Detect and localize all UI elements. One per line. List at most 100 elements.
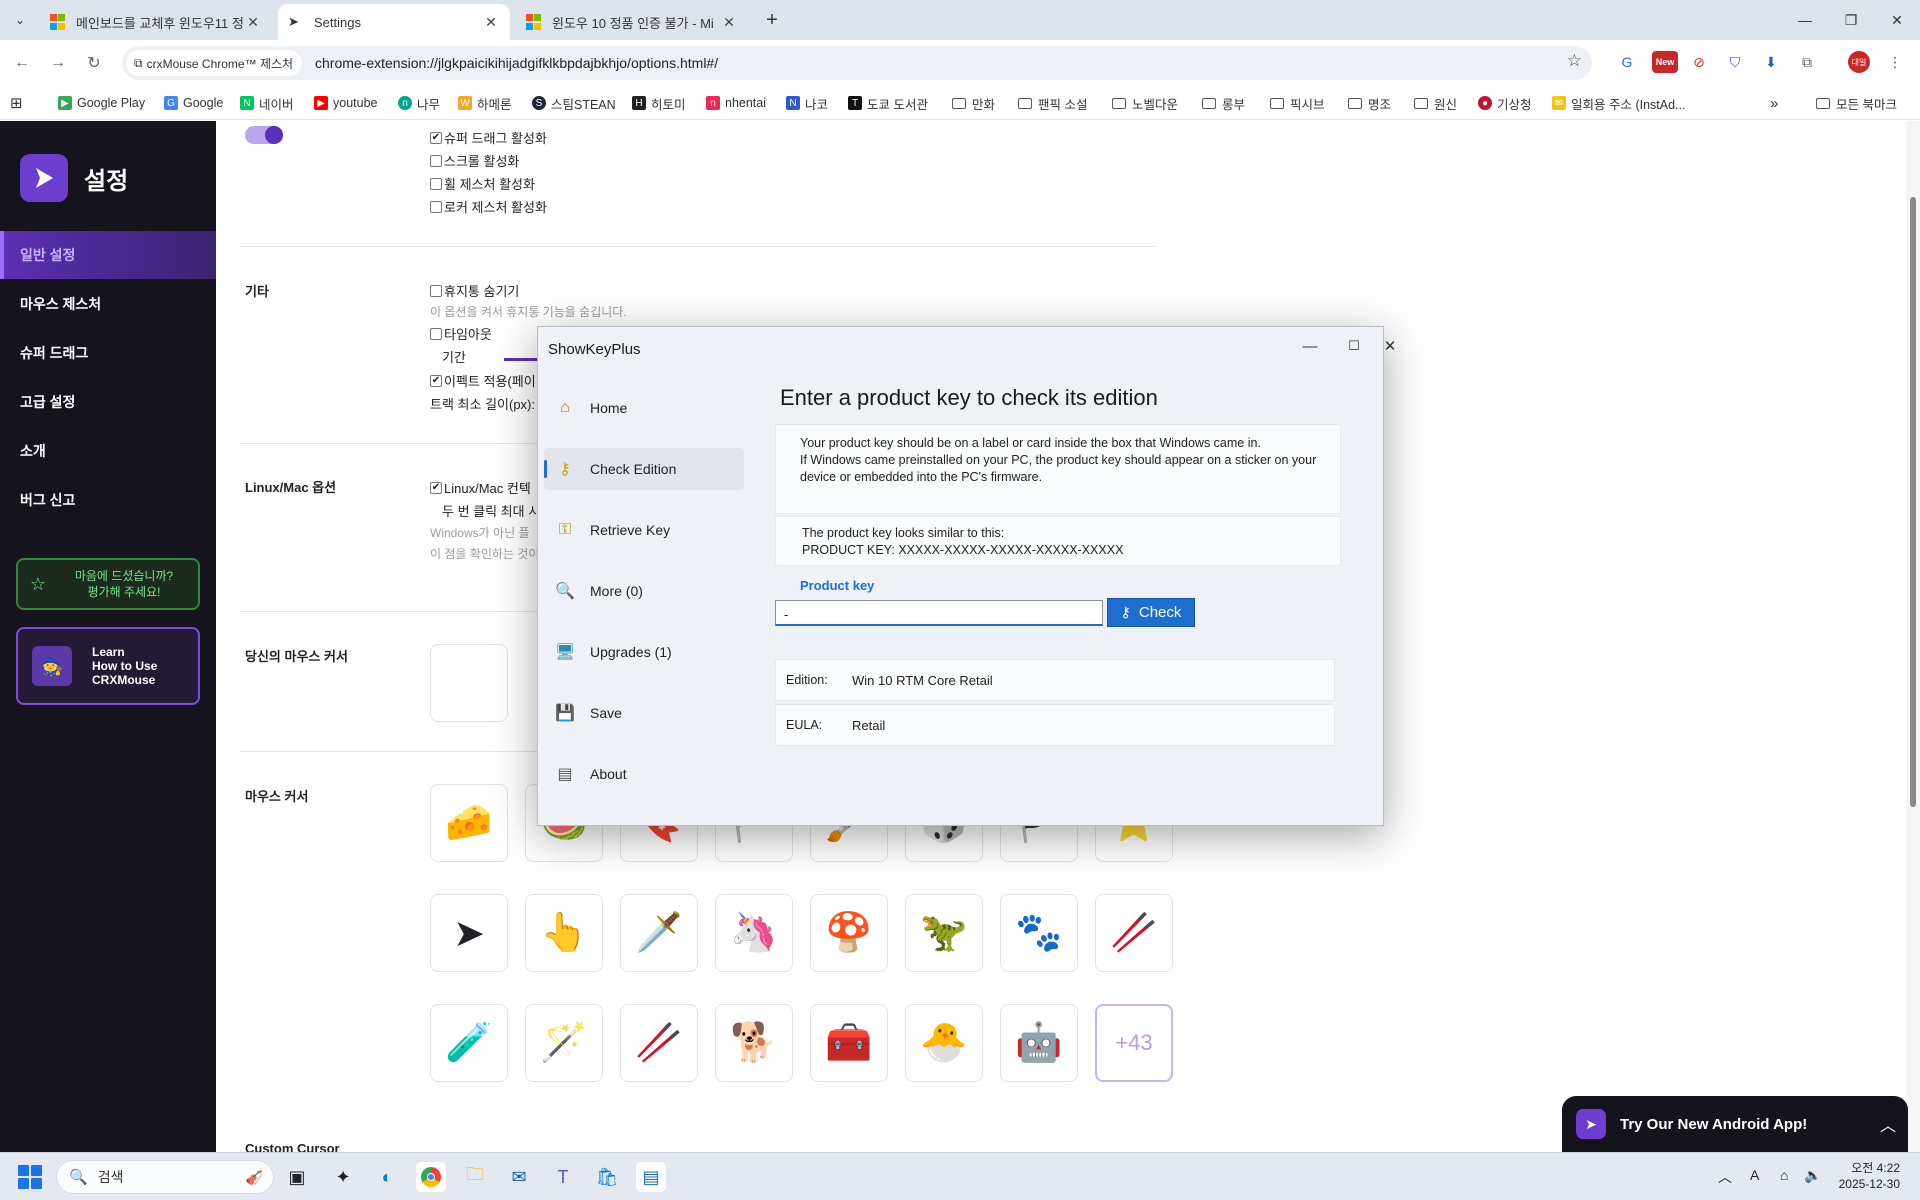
cursor-option-tile[interactable]: 🧰: [810, 1004, 888, 1082]
sidebar-item-mouse-gesture[interactable]: 마우스 제스처: [0, 280, 216, 328]
duration-slider[interactable]: [504, 358, 538, 361]
android-app-banner[interactable]: ➤ Try Our New Android App! ︿: [1562, 1096, 1908, 1152]
cursor-option-tile[interactable]: 🧪: [430, 1004, 508, 1082]
checkbox-unchecked[interactable]: [430, 327, 442, 340]
enable-toggle[interactable]: [245, 126, 283, 144]
all-bookmarks-folder[interactable]: 모든 북마크: [1816, 94, 1897, 112]
page-scrollbar[interactable]: [1906, 121, 1920, 1152]
bookmark-hameron[interactable]: W 하메론: [458, 94, 512, 112]
minimize-icon[interactable]: —: [1290, 333, 1330, 359]
nav-save[interactable]: 💾 Save: [544, 692, 744, 734]
bookmark-folder-myeongjo[interactable]: 명조: [1348, 94, 1391, 112]
file-explorer-icon[interactable]: 🗀: [460, 1162, 490, 1192]
bookmark-nhentai[interactable]: n nhentai: [706, 94, 766, 112]
cursor-option-tile[interactable]: 🐣: [905, 1004, 983, 1082]
bookmark-folder-pixiv[interactable]: 픽시브: [1270, 94, 1325, 112]
wheel-gesture-checkbox[interactable]: 휠 제스처 활성화: [430, 174, 535, 193]
maximize-icon[interactable]: ☐: [1334, 333, 1374, 359]
bookmark-folder-manhwa[interactable]: 만화: [952, 94, 995, 112]
bookmark-folder-longbu[interactable]: 롱부: [1202, 94, 1245, 112]
outlook-icon[interactable]: ✉: [504, 1162, 534, 1192]
copilot-icon[interactable]: ✦: [328, 1162, 358, 1192]
tab-windows-activation[interactable]: 윈도우 10 정품 인증 불가 - Mi ✕: [516, 4, 748, 40]
bookmark-folder-genshin[interactable]: 원신: [1414, 94, 1457, 112]
tab-settings[interactable]: ➤ Settings ✕: [278, 4, 510, 40]
super-drag-checkbox[interactable]: ✔ 슈퍼 드래그 활성화: [430, 128, 547, 147]
translate-icon[interactable]: G: [1616, 51, 1638, 73]
forward-icon[interactable]: →: [44, 49, 72, 77]
checkbox-unchecked[interactable]: [430, 177, 442, 190]
sidebar-item-bug-report[interactable]: 버그 신고: [0, 476, 216, 524]
tab-search-icon[interactable]: ⌄: [8, 8, 32, 32]
cursor-option-tile[interactable]: 🥢: [1095, 894, 1173, 972]
cursor-option-tile[interactable]: 🐾: [1000, 894, 1078, 972]
effect-checkbox[interactable]: ✔ 이펙트 적용(페이: [430, 371, 536, 390]
windows-start-icon[interactable]: [18, 1165, 42, 1189]
nav-check-edition[interactable]: ⚷ Check Edition: [544, 448, 744, 490]
rocker-gesture-checkbox[interactable]: 로커 제스처 활성화: [430, 197, 547, 216]
cursor-option-tile[interactable]: 🦄: [715, 894, 793, 972]
bookmark-hitomi[interactable]: H 히토미: [632, 94, 686, 112]
bookmark-namu[interactable]: n 나무: [398, 94, 440, 112]
bookmark-folder-noveldown[interactable]: 노벨다운: [1112, 94, 1178, 112]
bookmark-kma[interactable]: ● 기상청: [1478, 94, 1532, 112]
extension-red-icon[interactable]: ⊘: [1688, 51, 1710, 73]
minimize-icon[interactable]: —: [1782, 0, 1828, 40]
nav-upgrades[interactable]: 🖥 Upgrades (1): [544, 631, 744, 673]
task-view-icon[interactable]: ▣: [282, 1162, 312, 1192]
checkbox-checked[interactable]: ✔: [430, 374, 442, 387]
download-icon[interactable]: ⬇: [1760, 51, 1782, 73]
cursor-option-tile[interactable]: 🥢: [620, 1004, 698, 1082]
new-tab-button[interactable]: +: [758, 6, 786, 34]
cursor-option-tile[interactable]: 🍄: [810, 894, 888, 972]
sidebar-item-super-drag[interactable]: 슈퍼 드래그: [0, 329, 216, 377]
hide-trash-checkbox[interactable]: 휴지통 숨기기: [430, 281, 519, 300]
nav-home[interactable]: ⌂ Home: [544, 387, 744, 429]
bookmark-star-icon[interactable]: ☆: [1567, 51, 1582, 71]
nav-retrieve-key[interactable]: ⚿ Retrieve Key: [544, 509, 744, 551]
check-button[interactable]: ⚷ Check: [1107, 598, 1195, 627]
taskbar-clock[interactable]: 오전 4:22 2025-12-30: [1834, 1160, 1900, 1192]
menu-kebab-icon[interactable]: ⋮: [1884, 51, 1906, 73]
learn-how-to-use-button[interactable]: 🧙 Learn How to Use CRXMouse: [16, 627, 200, 705]
showkeyplus-taskbar-icon[interactable]: ▤: [636, 1162, 666, 1192]
sidebar-item-general[interactable]: 일반 설정: [0, 231, 216, 279]
bookmark-instaddr[interactable]: ✉ 일회용 주소 (InstAd...: [1552, 94, 1774, 112]
checkbox-checked[interactable]: ✔: [430, 131, 442, 144]
cursor-option-tile[interactable]: 👆: [525, 894, 603, 972]
cursor-option-tile[interactable]: 🐕: [715, 1004, 793, 1082]
store-icon[interactable]: 🛍: [592, 1162, 622, 1192]
tray-chevron-up-icon[interactable]: ︿: [1718, 1167, 1732, 1187]
bookmark-youtube[interactable]: ▶ youtube: [314, 94, 377, 112]
timeout-checkbox[interactable]: 타임아웃: [430, 324, 492, 343]
bookmark-steam[interactable]: S 스팀STEAN: [532, 94, 616, 112]
shield-icon[interactable]: ⛉: [1724, 51, 1746, 73]
teams-icon[interactable]: T: [548, 1162, 578, 1192]
apps-grid-icon[interactable]: ⊞: [10, 94, 23, 112]
cursor-option-tile[interactable]: 🦖: [905, 894, 983, 972]
site-info-chip[interactable]: ⧉ crxMouse Chrome™ 제스처: [126, 50, 302, 76]
cursor-option-tile[interactable]: 🪄: [525, 1004, 603, 1082]
more-bookmarks-chevron-icon[interactable]: »: [1770, 94, 1778, 112]
bookmark-google-play[interactable]: ▶ Google Play: [58, 94, 145, 112]
url-text[interactable]: chrome-extension://jlgkpaicikihijadgifkl…: [315, 55, 718, 71]
product-key-input[interactable]: -: [775, 600, 1103, 626]
close-icon[interactable]: ✕: [244, 14, 262, 31]
close-icon[interactable]: ✕: [482, 14, 500, 31]
address-bar[interactable]: ⧉ crxMouse Chrome™ 제스처 chrome-extension:…: [122, 46, 1592, 80]
more-cursors-button[interactable]: +43: [1095, 1004, 1173, 1082]
bookmark-nako[interactable]: N 나코: [786, 94, 828, 112]
back-icon[interactable]: ←: [8, 49, 36, 77]
reload-icon[interactable]: ↻: [80, 49, 108, 77]
cursor-option-tile[interactable]: 🧀: [430, 784, 508, 862]
sidebar-item-about[interactable]: 소개: [0, 427, 216, 475]
volume-icon[interactable]: 🔈: [1804, 1167, 1821, 1184]
close-icon[interactable]: ✕: [1370, 333, 1410, 359]
cursor-option-tile[interactable]: 🗡️: [620, 894, 698, 972]
bookmark-naver[interactable]: N 네이버: [240, 94, 294, 112]
nav-more[interactable]: 🔍 More (0): [544, 570, 744, 612]
chevron-up-icon[interactable]: ︿: [1868, 1112, 1908, 1136]
cursor-option-tile[interactable]: 🤖: [1000, 1004, 1078, 1082]
profile-avatar[interactable]: 대일: [1848, 51, 1870, 73]
nav-about[interactable]: ▤ About: [544, 753, 744, 795]
